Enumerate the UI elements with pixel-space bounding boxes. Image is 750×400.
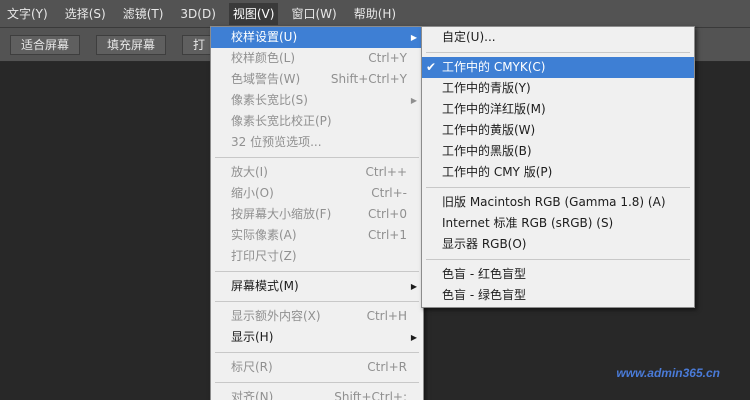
menu-item-label: 按屏幕大小缩放(F) xyxy=(231,207,332,221)
menu-item-label: 放大(I) xyxy=(231,165,268,179)
proof-submenu-item[interactable]: 旧版 Macintosh RGB (Gamma 1.8) (A) xyxy=(422,192,694,213)
menu-item-label: 像素长宽比(S) xyxy=(231,93,308,107)
proof-submenu-item[interactable]: 工作中的黑版(B) xyxy=(422,141,694,162)
menu-3d[interactable]: 3D(D) xyxy=(176,3,219,25)
proof-submenu-item[interactable]: 工作中的黄版(W) xyxy=(422,120,694,141)
menu-item-label: 工作中的 CMY 版(P) xyxy=(442,165,553,179)
proof-submenu-item[interactable]: 自定(U)... xyxy=(422,27,694,48)
menu-item-label: 像素长宽比校正(P) xyxy=(231,114,332,128)
menu-separator xyxy=(211,153,423,162)
menu-item-shortcut: Ctrl+1 xyxy=(367,228,407,242)
menu-filter[interactable]: 滤镜(T) xyxy=(119,3,168,25)
view-menu-item[interactable]: 色域警告(W) Shift+Ctrl+Y xyxy=(211,69,423,90)
fit-screen-button[interactable]: 适合屏幕 xyxy=(10,35,81,55)
proof-submenu-item[interactable]: 工作中的 CMY 版(P) xyxy=(422,162,694,183)
menu-item-label: 色域警告(W) xyxy=(231,72,301,86)
view-menu-item[interactable]: 显示额外内容(X) Ctrl+H xyxy=(211,306,423,327)
view-menu-item[interactable]: 屏幕模式(M) ▶ xyxy=(211,276,423,297)
menu-item-label: 工作中的黑版(B) xyxy=(442,144,532,158)
menu-item-shortcut: Ctrl+0 xyxy=(367,207,407,221)
menu-item-shortcut: Ctrl+- xyxy=(371,186,407,200)
menu-item-shortcut: Ctrl+Y xyxy=(368,51,407,65)
menu-item-shortcut: Ctrl+H xyxy=(366,309,407,323)
menu-window[interactable]: 窗口(W) xyxy=(287,3,340,25)
menu-item-label: 32 位预览选项... xyxy=(231,135,322,149)
view-menu-item[interactable]: 32 位预览选项... xyxy=(211,132,423,153)
menu-item-label: 工作中的青版(Y) xyxy=(442,81,531,95)
checkmark-icon: ✔ xyxy=(426,60,437,74)
proof-submenu-item[interactable]: ✔ 工作中的 CMYK(C) xyxy=(422,57,694,78)
triangle-right-icon: ▶ xyxy=(410,33,417,42)
view-menu-item[interactable]: 打印尺寸(Z) xyxy=(211,246,423,267)
menu-item-label: 工作中的洋红版(M) xyxy=(442,102,546,116)
menu-select[interactable]: 选择(S) xyxy=(61,3,110,25)
menu-item-label: Internet 标准 RGB (sRGB) (S) xyxy=(442,216,614,230)
menu-separator xyxy=(211,267,423,276)
menu-item-label: 工作中的 CMYK(C) xyxy=(442,60,546,74)
view-menu-item[interactable]: 标尺(R) Ctrl+R xyxy=(211,357,423,378)
view-menu: 校样设置(U) ▶ 校样颜色(L) Ctrl+Y 色域警告(W) Shift+Ctrl+Y… xyxy=(210,26,424,400)
view-menu-item[interactable]: 校样颜色(L) Ctrl+Y xyxy=(211,48,423,69)
menu-item-shortcut: Ctrl+R xyxy=(367,360,407,374)
menu-item-label: 显示器 RGB(O) xyxy=(442,237,527,251)
proof-setup-submenu: 自定(U)... ✔ 工作中的 CMYK(C) 工作中的青版(Y) 工作中的洋红版(M)… xyxy=(421,26,695,308)
menu-separator xyxy=(211,378,423,387)
view-menu-item[interactable]: 像素长宽比(S) ▶ xyxy=(211,90,423,111)
view-menu-item[interactable]: 按屏幕大小缩放(F) Ctrl+0 xyxy=(211,204,423,225)
view-menu-item[interactable]: 实际像素(A) Ctrl+1 xyxy=(211,225,423,246)
watermark: www.admin365.cn xyxy=(616,366,720,380)
menu-item-label: 缩小(O) xyxy=(231,186,274,200)
proof-submenu-item[interactable]: 色盲 - 绿色盲型 xyxy=(422,285,694,306)
proof-submenu-item[interactable]: 色盲 - 红色盲型 xyxy=(422,264,694,285)
proof-submenu-item[interactable]: 工作中的洋红版(M) xyxy=(422,99,694,120)
view-menu-item[interactable]: 显示(H) ▶ xyxy=(211,327,423,348)
menu-item-label: 自定(U)... xyxy=(442,30,496,44)
view-menu-item[interactable]: 校样设置(U) ▶ xyxy=(211,27,423,48)
view-menu-item[interactable]: 放大(I) Ctrl++ xyxy=(211,162,423,183)
menu-item-label: 色盲 - 绿色盲型 xyxy=(442,288,526,302)
menu-view[interactable]: 视图(V) xyxy=(228,2,279,25)
menu-separator xyxy=(422,183,694,192)
menu-bar: 文字(Y) 选择(S) 滤镜(T) 3D(D) 视图(V) 窗口(W) 帮助(H… xyxy=(0,0,750,28)
triangle-right-icon: ▶ xyxy=(410,96,417,105)
menu-item-shortcut: Shift+Ctrl+Y xyxy=(330,72,407,86)
menu-item-label: 打印尺寸(Z) xyxy=(231,249,297,263)
proof-submenu-item[interactable]: Internet 标准 RGB (sRGB) (S) xyxy=(422,213,694,234)
menu-separator xyxy=(422,255,694,264)
menu-separator xyxy=(422,48,694,57)
menu-item-label: 显示额外内容(X) xyxy=(231,309,321,323)
triangle-right-icon: ▶ xyxy=(410,282,417,291)
proof-submenu-item[interactable]: 工作中的青版(Y) xyxy=(422,78,694,99)
menu-item-label: 色盲 - 红色盲型 xyxy=(442,267,526,281)
menu-item-shortcut: Ctrl++ xyxy=(365,165,407,179)
menu-item-label: 工作中的黄版(W) xyxy=(442,123,536,137)
view-menu-item[interactable]: 缩小(O) Ctrl+- xyxy=(211,183,423,204)
view-menu-item[interactable]: 对齐(N) Shift+Ctrl+; xyxy=(211,387,423,400)
menu-separator xyxy=(211,348,423,357)
menu-item-label: 校样颜色(L) xyxy=(231,51,296,65)
menu-item-label: 实际像素(A) xyxy=(231,228,297,242)
triangle-right-icon: ▶ xyxy=(410,333,417,342)
view-menu-item[interactable]: 像素长宽比校正(P) xyxy=(211,111,423,132)
menu-item-label: 标尺(R) xyxy=(231,360,273,374)
fill-screen-button[interactable]: 填充屏幕 xyxy=(96,35,167,55)
menu-item-label: 校样设置(U) xyxy=(231,30,298,44)
menu-item-shortcut: Shift+Ctrl+; xyxy=(334,390,407,400)
menu-item-label: 屏幕模式(M) xyxy=(231,279,299,293)
menu-item-label: 显示(H) xyxy=(231,330,274,344)
menu-help[interactable]: 帮助(H) xyxy=(350,3,400,25)
menu-item-label: 旧版 Macintosh RGB (Gamma 1.8) (A) xyxy=(442,195,666,209)
menu-item-label: 对齐(N) xyxy=(231,390,274,400)
menu-separator xyxy=(211,297,423,306)
proof-submenu-item[interactable]: 显示器 RGB(O) xyxy=(422,234,694,255)
menu-type[interactable]: 文字(Y) xyxy=(3,3,52,25)
